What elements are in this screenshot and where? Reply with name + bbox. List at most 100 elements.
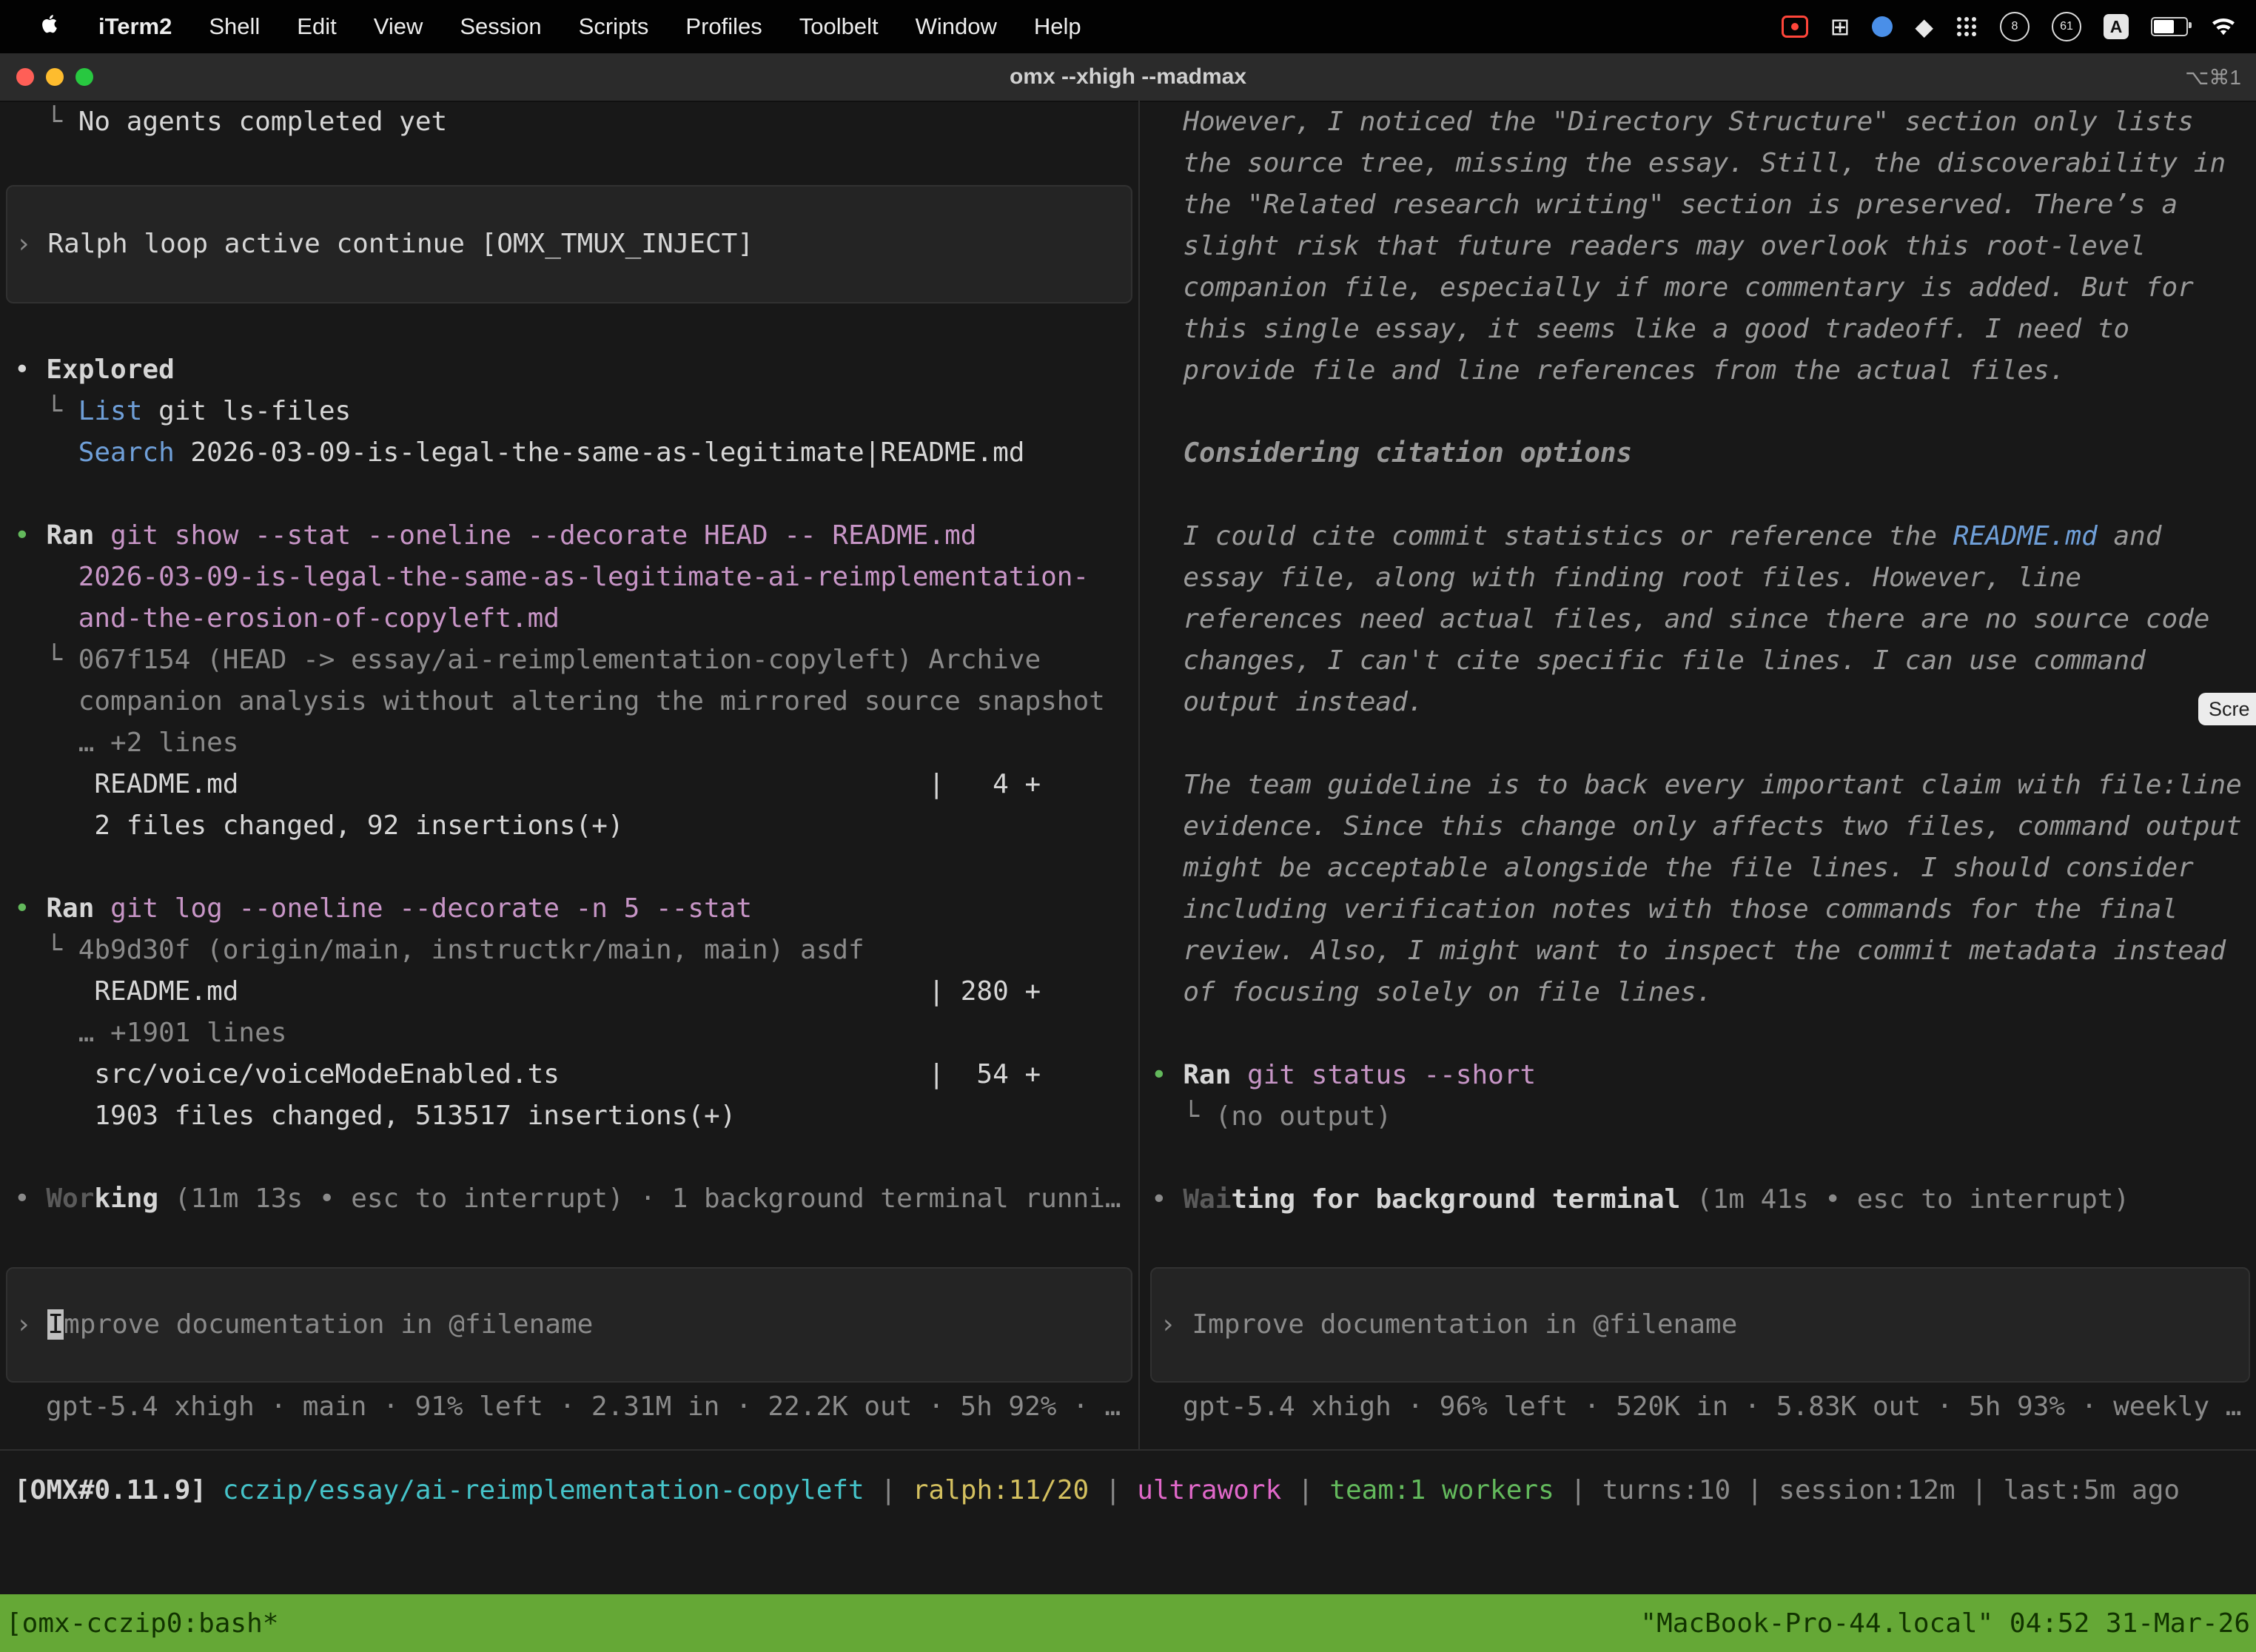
text-segment: However, I noticed the "Directory Struct…: [1151, 107, 2194, 137]
text-segment: ralph:11/20: [913, 1475, 1089, 1505]
right-prompt-input[interactable]: › Improve documentation in @filename: [1150, 1267, 2250, 1383]
terminal-line: companion file, especially if more comme…: [1151, 267, 2256, 309]
text-segment: [94, 520, 110, 551]
dark-app-icon[interactable]: ◆: [1915, 15, 1933, 38]
terminal-line: 2026-03-09-is-legal-the-same-as-legitima…: [14, 557, 1135, 598]
text-segment: the source tree, missing the essay. Stil…: [1151, 148, 2226, 178]
menu-item-session[interactable]: Session: [441, 13, 560, 40]
text-segment: and-the-erosion-of-copyleft.md: [78, 603, 560, 634]
text-segment: README.md | 280 +: [14, 976, 1041, 1007]
menu-item-window[interactable]: Window: [897, 13, 1015, 40]
text-segment: [94, 893, 110, 924]
text-segment: provide file and line references from th…: [1151, 355, 2065, 386]
terminal-line: [14, 474, 1135, 515]
text-segment: README.md: [1953, 521, 2098, 551]
text-segment: List: [78, 396, 143, 426]
terminal-line: • Ran git log --oneline --decorate -n 5 …: [14, 888, 1135, 930]
menu-item-view[interactable]: View: [355, 13, 442, 40]
text-segment: team:1 workers: [1329, 1475, 1554, 1505]
battery-fill: [2154, 20, 2174, 33]
text-segment: git ls-files: [142, 396, 351, 426]
terminal-line: [1151, 392, 2256, 433]
text-segment: [14, 603, 78, 634]
text-segment: src/voice/voiceModeEnabled.ts | 54 +: [14, 1059, 1041, 1089]
text-segment: changes, I can't cite specific file line…: [1151, 645, 2146, 676]
terminal-line: gpt-5.4 xhigh · main · 91% left · 2.31M …: [46, 1386, 1134, 1428]
left-model-statusline: gpt-5.4 xhigh · main · 91% left · 2.31M …: [46, 1386, 1134, 1428]
text-segment: [158, 1183, 175, 1214]
terminal-line: └ List git ls-files: [14, 391, 1135, 432]
terminal-line: including verification notes with those …: [1151, 889, 2256, 930]
text-segment: •: [1151, 1060, 1183, 1090]
window-grid-icon[interactable]: ⊞: [1830, 15, 1850, 38]
right-model-statusline: gpt-5.4 xhigh · 96% left · 520K in · 5.8…: [1183, 1386, 2256, 1428]
terminal-line: review. Also, I might want to inspect th…: [1151, 930, 2256, 972]
tmux-status-bar: [omx-cczip0:bash* "MacBook-Pro-44.local"…: [0, 1594, 2256, 1652]
terminal-line: changes, I can't cite specific file line…: [1151, 640, 2256, 682]
menubar-status-icons: ⊞ ◆ 8 61 A: [1782, 12, 2256, 41]
menu-item-help[interactable]: Help: [1015, 13, 1100, 40]
terminal-line: └ 067f154 (HEAD -> essay/ai-reimplementa…: [14, 639, 1135, 681]
text-segment: ›: [16, 229, 47, 259]
terminal-line: • Ran git status --short: [1151, 1055, 2256, 1096]
text-segment: |: [1089, 1475, 1137, 1505]
terminal-line: references need actual files, and since …: [1151, 599, 2256, 640]
screen: { "window": { "title": "omx --xhigh --ma…: [0, 0, 2256, 1652]
terminal-line: [14, 1137, 1135, 1178]
key-icon[interactable]: 8: [2000, 12, 2030, 41]
right-pane-transcript: However, I noticed the "Directory Struct…: [1151, 101, 2256, 1220]
terminal-line: 2 files changed, 92 insertions(+): [14, 805, 1135, 847]
left-pane-top: └ No agents completed yet: [14, 101, 1135, 143]
text-segment: └: [14, 935, 78, 965]
text-segment: evidence. Since this change only affects…: [1151, 811, 2242, 842]
ralph-loop-banner[interactable]: › Ralph loop active continue [OMX_TMUX_I…: [6, 185, 1132, 303]
menu-item-shell[interactable]: Shell: [190, 13, 278, 40]
wifi-glyph: [2210, 16, 2237, 37]
text-segment: ›: [1160, 1309, 1192, 1340]
input-source-icon[interactable]: A: [2104, 14, 2129, 39]
menu-item-iterm2[interactable]: iTerm2: [80, 13, 190, 40]
text-segment: … +1901 lines: [14, 1018, 286, 1048]
terminal-line: essay file, along with finding root file…: [1151, 557, 2256, 599]
terminal-line: gpt-5.4 xhigh · 96% left · 520K in · 5.8…: [1183, 1386, 2256, 1428]
screen-share-tab[interactable]: Scre: [2198, 693, 2256, 725]
text-segment: might be acceptable alongside the file l…: [1151, 853, 2194, 883]
text-segment: including verification notes with those …: [1151, 894, 2178, 924]
dots-grid-icon[interactable]: [1955, 16, 1978, 38]
terminal-line: might be acceptable alongside the file l…: [1151, 847, 2256, 889]
menu-item-edit[interactable]: Edit: [278, 13, 355, 40]
text-cursor: I: [47, 1309, 64, 1340]
text-segment: •: [14, 893, 46, 924]
terminal-line: [1151, 723, 2256, 765]
pane-divider[interactable]: [1138, 101, 1140, 1449]
menu-item-profiles[interactable]: Profiles: [667, 13, 780, 40]
text-segment: review. Also, I might want to inspect th…: [1151, 936, 2226, 966]
terminal-line: I could cite commit statistics or refere…: [1151, 516, 2256, 557]
text-segment: [14, 562, 78, 592]
blue-app-icon[interactable]: [1872, 16, 1893, 37]
text-segment: output instead.: [1151, 687, 1423, 717]
text-segment: companion file, especially if more comme…: [1151, 272, 2194, 303]
text-segment: 2026-03-09-is-legal-the-same-as-legitima…: [175, 437, 1025, 468]
wifi-icon[interactable]: [2210, 16, 2237, 37]
menu-item-toolbelt[interactable]: Toolbelt: [781, 13, 897, 40]
text-segment: |: [865, 1475, 913, 1505]
text-segment: |: [1955, 1475, 2004, 1505]
screen-recording-icon[interactable]: [1782, 16, 1808, 38]
text-segment: Ralph loop active continue [OMX_TMUX_INJ…: [47, 229, 753, 259]
window-titlebar: omx --xhigh --madmax ⌥⌘1: [0, 53, 2256, 102]
text-segment: Search: [78, 437, 175, 468]
terminal-line: • Waiting for background terminal (1m 41…: [1151, 1179, 2256, 1220]
terminal-line: • Explored: [14, 349, 1135, 391]
left-prompt-input[interactable]: › Improve documentation in @filename: [6, 1267, 1132, 1383]
terminal-line: the source tree, missing the essay. Stil…: [1151, 143, 2256, 184]
battery-gauge-icon[interactable]: 61: [2052, 12, 2081, 41]
battery-icon[interactable]: [2151, 17, 2188, 36]
text-segment: of focusing solely on file lines.: [1151, 977, 1713, 1007]
text-segment: gpt-5.4 xhigh · main · 91% left · 2.31M …: [46, 1391, 1121, 1422]
menu-item-scripts[interactable]: Scripts: [560, 13, 668, 40]
text-segment: references need actual files, and since …: [1151, 604, 2209, 634]
text-segment: (11m 13s • esc to interrupt) · 1 backgro…: [175, 1183, 1121, 1214]
dots-grid-glyph: [1955, 16, 1978, 38]
apple-menu-icon[interactable]: [21, 11, 80, 42]
